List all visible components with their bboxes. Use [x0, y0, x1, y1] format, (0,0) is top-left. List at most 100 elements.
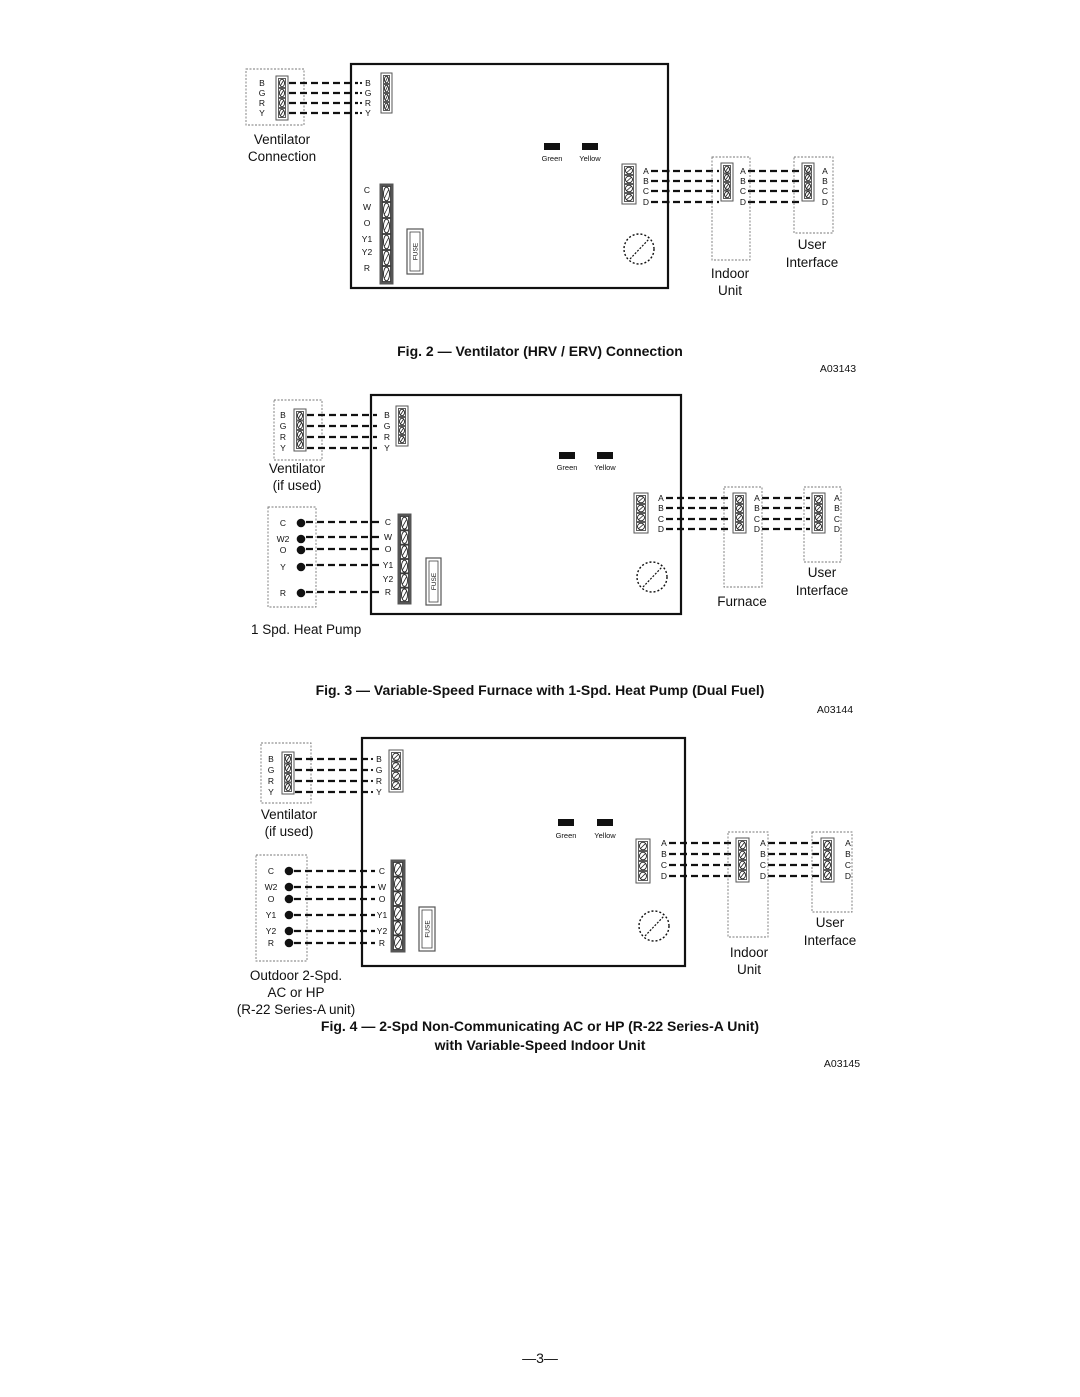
led-green-icon [544, 143, 560, 150]
terminal-post-icon [284, 910, 294, 920]
outdoor-unit-label: AC or HP [267, 985, 324, 1000]
board-thermostat-terminal-label: O [364, 218, 371, 228]
board-vent-terminal-label: B [376, 754, 382, 764]
user-interface-label: Interface [804, 933, 857, 948]
wire-junction-dot [683, 841, 687, 845]
wire-junction-dot [679, 496, 683, 500]
board-vent-terminal-label: Y [365, 108, 371, 118]
led-yellow-icon [597, 452, 613, 459]
user-interface-label: Interface [796, 583, 849, 598]
wire-junction-dot [679, 506, 683, 510]
terminal-post-icon [284, 866, 294, 876]
ventilator-label: Ventilator [269, 461, 326, 476]
middle-unit-abcd-label: A [760, 838, 766, 848]
outdoor-terminal-label: O [280, 545, 287, 555]
board-abcd-label: D [658, 524, 664, 534]
board-vent-terminal-label: Y [384, 443, 390, 453]
board-abcd-label: B [643, 176, 649, 186]
figure-code: A03145 [824, 1058, 860, 1070]
board-thermostat-terminal-label: Y1 [377, 910, 388, 920]
middle-unit-abcd-label: C [754, 514, 760, 524]
ui-abcd-label: C [822, 186, 828, 196]
ventilator-terminal-label: R [259, 98, 265, 108]
ui-abcd-label: B [822, 176, 828, 186]
terminal-post-icon [296, 545, 306, 555]
user-interface-label: User [798, 237, 827, 252]
wire-end-dot [370, 768, 374, 772]
ventilator-label: Ventilator [254, 132, 311, 147]
wire-end-dot [370, 790, 374, 794]
board-abcd-label: D [661, 871, 667, 881]
figure-caption: Fig. 4 — 2-Spd Non-Communicating AC or H… [321, 1018, 759, 1034]
outdoor-terminal-label: W2 [277, 534, 290, 544]
ui-abcd-label: D [834, 524, 840, 534]
terminal-post-icon [284, 894, 294, 904]
wire-end-dot [370, 779, 374, 783]
fuse-label: FUSE [413, 242, 420, 260]
outdoor-terminal-label: R [280, 588, 286, 598]
control-board [349, 62, 670, 290]
fuse-label: FUSE [425, 920, 432, 938]
board-vent-terminal-label: Y [376, 787, 382, 797]
indoor-unit-label: Unit [718, 283, 742, 298]
board-abcd-label: C [643, 186, 649, 196]
terminal-post-icon [296, 562, 306, 572]
figure-fig2: BGRYBGRYVentilatorConnectionCWOY1Y2RFUSE… [245, 62, 856, 375]
wire-end-dot [359, 111, 363, 115]
ui-abcd-label: B [834, 503, 840, 513]
board-vent-terminal-label: B [384, 410, 390, 420]
led-label: Yellow [594, 831, 616, 840]
board-thermostat-terminal-label: C [385, 517, 391, 527]
figure-code: A03143 [820, 363, 856, 375]
outdoor-terminal-label: O [268, 894, 275, 904]
wire-junction-dot [683, 874, 687, 878]
terminal-post-icon [284, 926, 294, 936]
wire-end-dot [370, 757, 374, 761]
outdoor-terminal-label: Y [280, 562, 286, 572]
board-thermostat-terminal-label: O [385, 544, 392, 554]
user-interface-label: User [808, 565, 837, 580]
middle-unit-abcd-label: A [740, 166, 746, 176]
figure-caption: Fig. 2 — Ventilator (HRV / ERV) Connecti… [397, 343, 683, 359]
ui-abcd-label: D [822, 197, 828, 207]
led-label: Green [556, 831, 577, 840]
board-thermostat-terminal-label: R [364, 263, 370, 273]
ventilator-terminal-label: B [259, 78, 265, 88]
outdoor-terminal-label: W2 [265, 882, 278, 892]
figure-caption-line2: with Variable-Speed Indoor Unit [434, 1037, 646, 1053]
board-abcd-label: C [661, 860, 667, 870]
board-thermostat-terminal-label: O [379, 894, 386, 904]
board-vent-terminal-label: G [376, 765, 383, 775]
outdoor-unit-label: Outdoor 2-Spd. [250, 968, 342, 983]
middle-unit-abcd-label: A [754, 493, 760, 503]
board-thermostat-terminal-label: C [364, 185, 370, 195]
user-interface-label: User [816, 915, 845, 930]
ventilator-terminal-label: R [268, 776, 274, 786]
terminal-post-icon [296, 518, 306, 528]
ui-abcd-label: C [834, 514, 840, 524]
outdoor-terminal-label: Y2 [266, 926, 277, 936]
wire-end-dot [359, 81, 363, 85]
board-vent-terminal-label: R [376, 776, 382, 786]
ventilator-terminal-label: G [280, 421, 287, 431]
wire-junction-dot [679, 527, 683, 531]
indoor-unit-label: Indoor [711, 266, 750, 281]
wire-end-dot [359, 91, 363, 95]
middle-unit-abcd-label: C [740, 186, 746, 196]
led-label: Green [557, 463, 578, 472]
board-thermostat-terminal-label: Y1 [362, 234, 373, 244]
ventilator-terminal-label: B [268, 754, 274, 764]
board-abcd-label: D [643, 197, 649, 207]
ventilator-terminal-label: G [259, 88, 266, 98]
board-vent-terminal-label: G [384, 421, 391, 431]
ventilator-label: (if used) [265, 824, 314, 839]
indoor-unit-label: Unit [737, 962, 761, 977]
ventilator-terminal-label: R [280, 432, 286, 442]
ui-abcd-label: C [845, 860, 851, 870]
wire-junction-dot [666, 189, 670, 193]
led-label: Green [542, 154, 563, 163]
terminal-post-icon [296, 588, 306, 598]
wire-end-dot [359, 101, 363, 105]
ventilator-terminal-label: Y [280, 443, 286, 453]
board-thermostat-terminal-label: W [378, 882, 386, 892]
